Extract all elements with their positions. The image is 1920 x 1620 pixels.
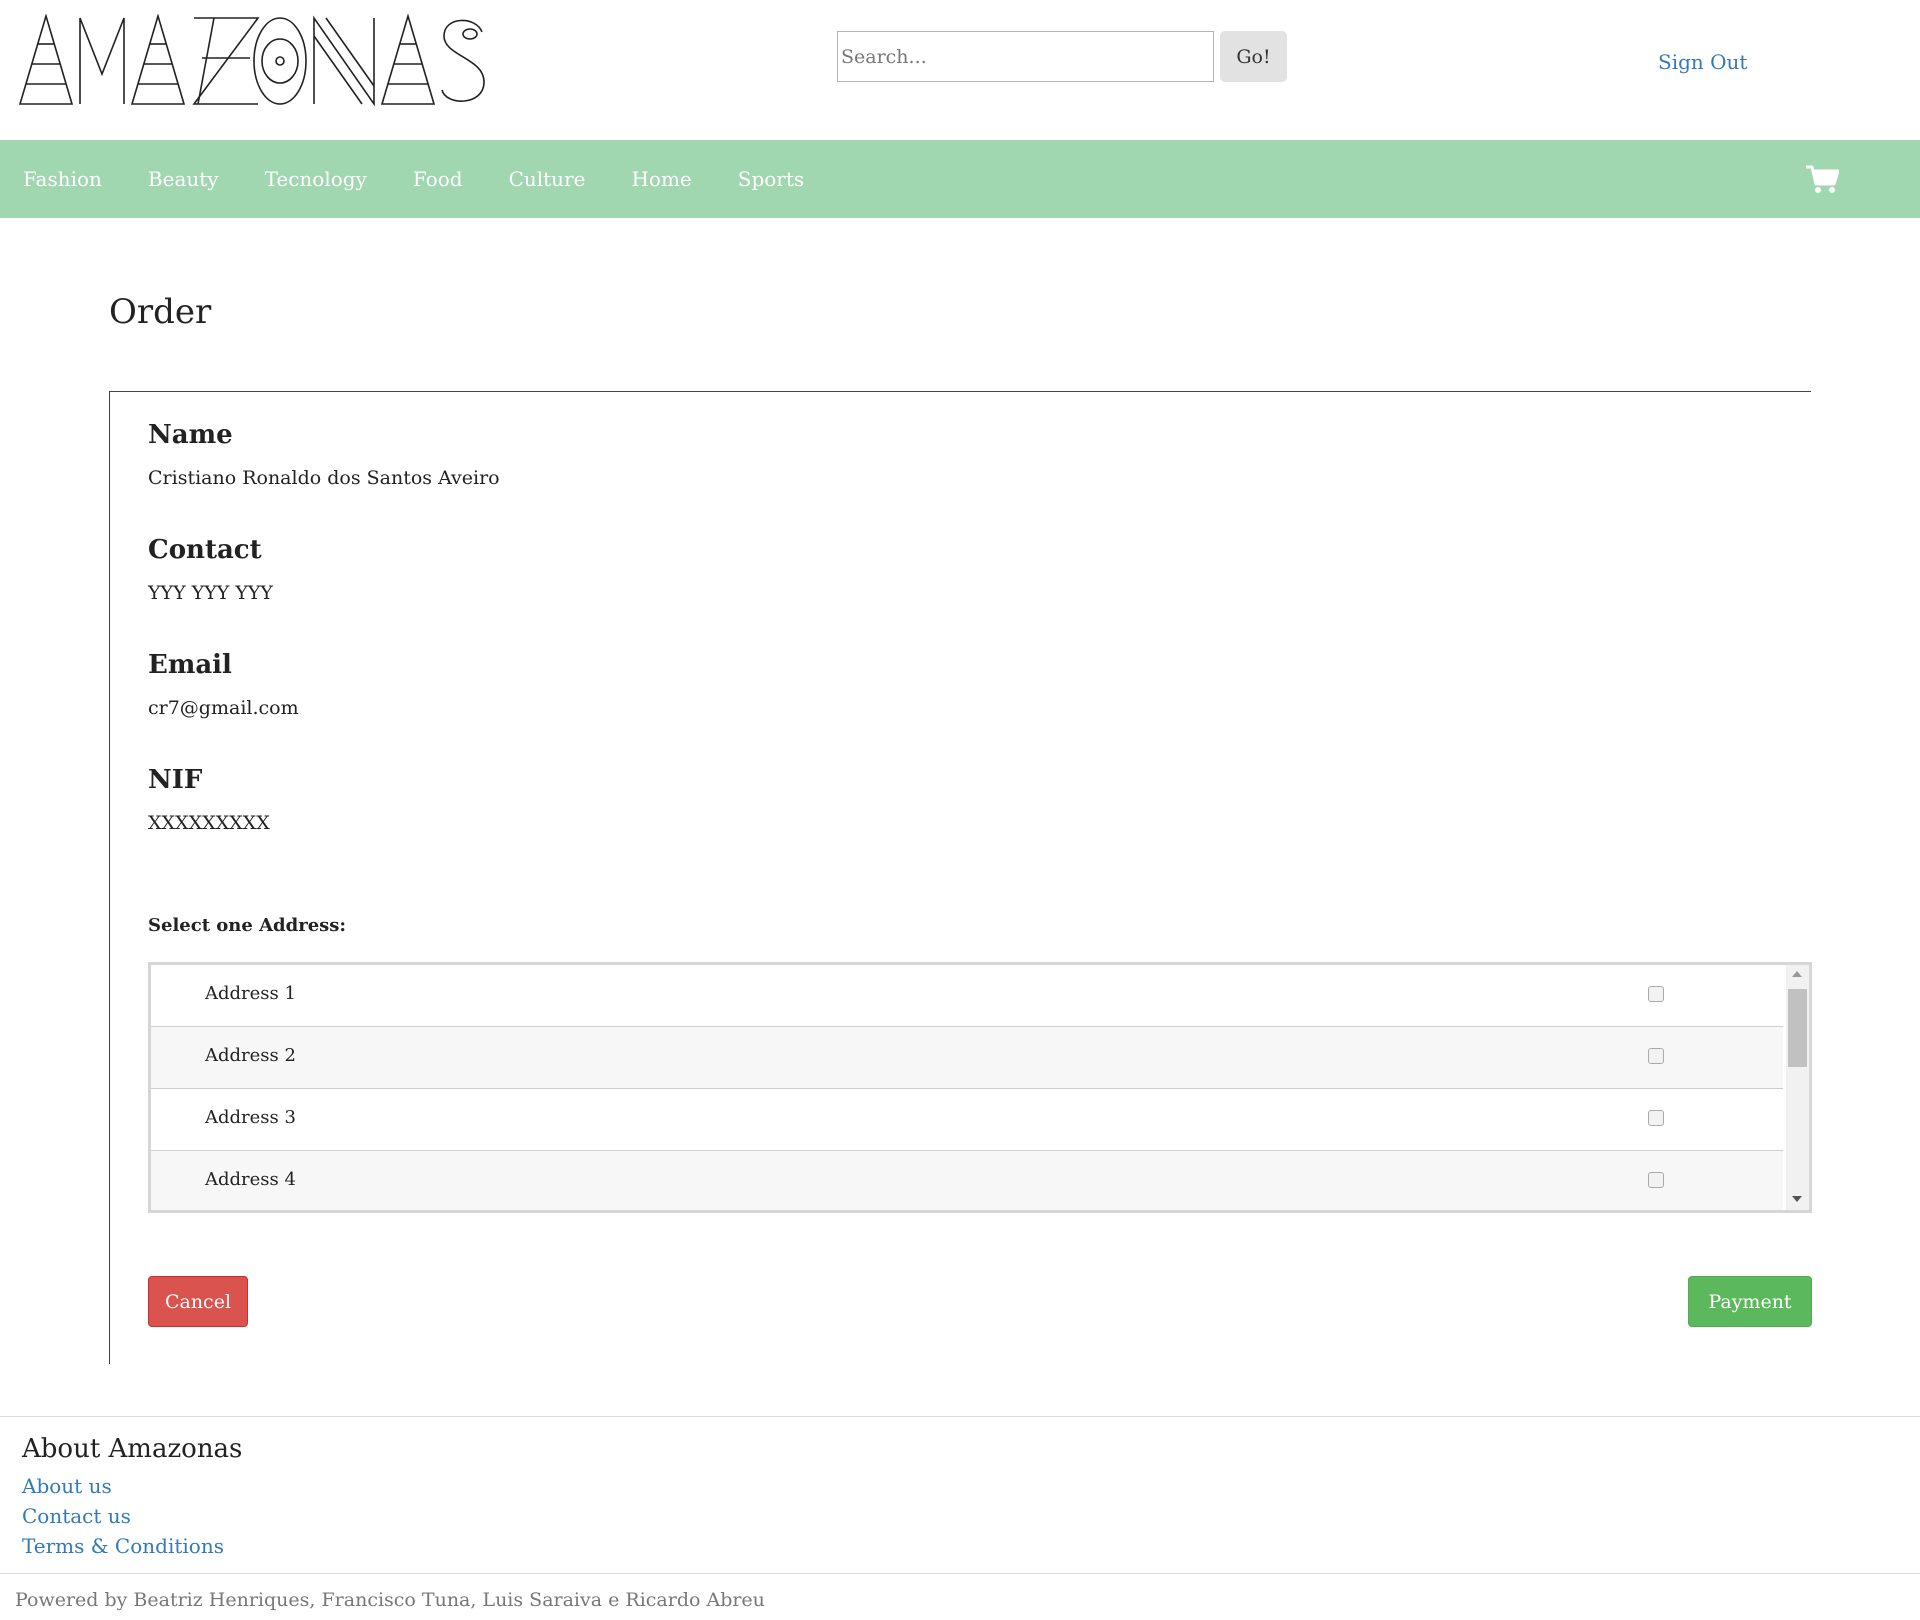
address-checkbox[interactable] — [1648, 986, 1664, 1002]
contact-label: Contact — [148, 535, 262, 565]
name-label: Name — [148, 420, 233, 450]
address-name: Address 1 — [205, 983, 296, 1004]
order-panel: Name Cristiano Ronaldo dos Santos Aveiro… — [109, 391, 1812, 1364]
footer-links: About us Contact us Terms & Conditions — [22, 1474, 224, 1564]
nav-item-culture[interactable]: Culture — [486, 140, 609, 218]
select-address-label: Select one Address: — [148, 915, 347, 936]
name-value: Cristiano Ronaldo dos Santos Aveiro — [148, 467, 500, 489]
address-row[interactable]: Address 4 — [151, 1151, 1783, 1210]
payment-button[interactable]: Payment — [1688, 1276, 1812, 1327]
shopping-cart-icon[interactable] — [1805, 162, 1839, 196]
nif-label: NIF — [148, 765, 203, 795]
terms-conditions-link[interactable]: Terms & Conditions — [22, 1534, 224, 1558]
nav-item-food[interactable]: Food — [390, 140, 486, 218]
address-checkbox[interactable] — [1648, 1172, 1664, 1188]
address-list-box[interactable]: Address 1 Address 2 Address 3 Address 4 — [148, 962, 1812, 1213]
scroll-down-arrow-icon[interactable] — [1792, 1196, 1802, 1202]
search-input[interactable] — [837, 31, 1214, 82]
address-name: Address 2 — [205, 1045, 296, 1066]
email-label: Email — [148, 650, 232, 680]
address-list-scrollbar[interactable] — [1786, 965, 1809, 1210]
address-row[interactable]: Address 1 — [151, 965, 1783, 1027]
nav-item-tecnology[interactable]: Tecnology — [242, 140, 390, 218]
footer-title: About Amazonas — [22, 1434, 243, 1464]
address-row[interactable]: Address 2 — [151, 1027, 1783, 1089]
page-title: Order — [109, 292, 212, 332]
category-nav-list: Fashion Beauty Tecnology Food Culture Ho… — [0, 140, 1920, 218]
amazonas-logo[interactable] — [18, 14, 488, 108]
address-name: Address 3 — [205, 1107, 296, 1128]
sign-out-link[interactable]: Sign Out — [1658, 50, 1747, 74]
address-checkbox[interactable] — [1648, 1110, 1664, 1126]
scroll-up-arrow-icon[interactable] — [1792, 971, 1802, 977]
email-value: cr7@gmail.com — [148, 697, 299, 719]
scrollbar-thumb[interactable] — [1788, 989, 1807, 1067]
nav-item-fashion[interactable]: Fashion — [0, 140, 125, 218]
header: Go! Sign Out — [0, 0, 1920, 140]
address-row[interactable]: Address 3 — [151, 1089, 1783, 1151]
nav-item-beauty[interactable]: Beauty — [125, 140, 242, 218]
nav-item-sports[interactable]: Sports — [715, 140, 827, 218]
contact-us-link[interactable]: Contact us — [22, 1504, 131, 1528]
contact-value: YYY YYY YYY — [148, 582, 273, 604]
address-list: Address 1 Address 2 Address 3 Address 4 — [151, 965, 1783, 1210]
footer-divider — [0, 1416, 1920, 1417]
search-go-button[interactable]: Go! — [1220, 31, 1287, 82]
category-navbar: Fashion Beauty Tecnology Food Culture Ho… — [0, 140, 1920, 218]
nav-item-home[interactable]: Home — [608, 140, 714, 218]
nif-value: XXXXXXXXX — [148, 812, 270, 834]
credits-text: Powered by Beatriz Henriques, Francisco … — [15, 1589, 765, 1611]
address-checkbox[interactable] — [1648, 1048, 1664, 1064]
cancel-button[interactable]: Cancel — [148, 1276, 248, 1327]
about-us-link[interactable]: About us — [22, 1474, 112, 1498]
address-name: Address 4 — [205, 1169, 296, 1190]
footer-divider — [0, 1573, 1920, 1574]
